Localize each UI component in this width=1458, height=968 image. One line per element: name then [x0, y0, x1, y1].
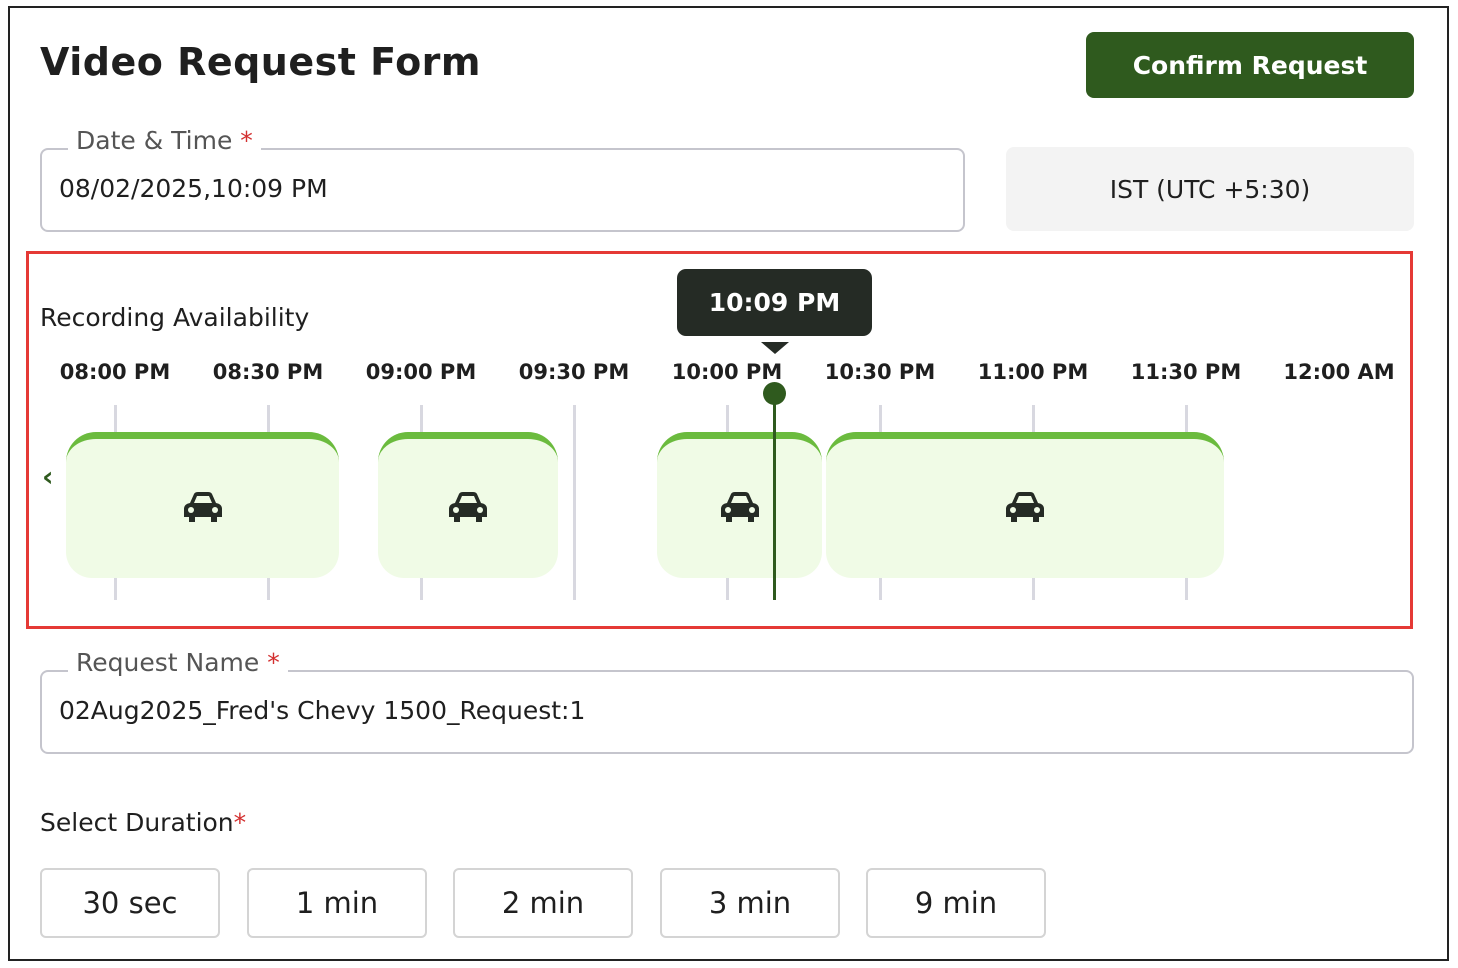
select-duration-label: Select Duration* [40, 808, 246, 837]
tick-label: 08:00 PM [59, 360, 171, 384]
tick-label: 09:00 PM [365, 360, 477, 384]
tick-label: 10:30 PM [824, 360, 936, 384]
duration-2-min[interactable]: 2 min [453, 868, 633, 938]
recording-block[interactable] [378, 432, 558, 578]
date-time-label: Date & Time * [68, 126, 261, 155]
duration-9-min[interactable]: 9 min [866, 868, 1046, 938]
time-cursor-line[interactable] [773, 393, 776, 600]
tick-label: 11:30 PM [1130, 360, 1242, 384]
required-marker: * [267, 648, 280, 677]
select-duration-text: Select Duration [40, 808, 234, 837]
car-icon [719, 490, 761, 528]
current-time-tooltip: 10:09 PM [677, 269, 872, 354]
tick-label: 12:00 AM [1283, 360, 1395, 384]
recording-availability-title: Recording Availability [40, 303, 310, 332]
confirm-request-button[interactable]: Confirm Request [1086, 32, 1414, 98]
required-marker: * [233, 808, 247, 837]
car-icon [182, 490, 224, 528]
car-icon [447, 490, 489, 528]
duration-30-sec[interactable]: 30 sec [40, 868, 220, 938]
request-name-field[interactable]: 02Aug2025_Fred's Chevy 1500_Request:1 [40, 670, 1414, 754]
page-title: Video Request Form [40, 40, 482, 84]
request-name-label-text: Request Name [76, 648, 260, 677]
duration-1-min[interactable]: 1 min [247, 868, 427, 938]
request-name-label: Request Name * [68, 648, 288, 677]
required-marker: * [240, 126, 253, 155]
recording-block[interactable] [657, 432, 822, 578]
time-cursor-handle[interactable] [763, 382, 786, 405]
car-icon [1004, 490, 1046, 528]
tick-label: 10:00 PM [671, 360, 783, 384]
tick-label: 09:30 PM [518, 360, 630, 384]
tick-line [573, 405, 576, 600]
timezone-display: IST (UTC +5:30) [1006, 147, 1414, 231]
recording-block[interactable] [826, 432, 1224, 578]
date-time-label-text: Date & Time [76, 126, 233, 155]
tick-label: 11:00 PM [977, 360, 1089, 384]
tick-label: 08:30 PM [212, 360, 324, 384]
date-time-value: 08/02/2025,10:09 PM [59, 174, 328, 203]
chevron-left-icon[interactable]: ‹ [42, 460, 54, 493]
date-time-field[interactable]: 08/02/2025,10:09 PM [40, 148, 965, 232]
duration-3-min[interactable]: 3 min [660, 868, 840, 938]
recording-block[interactable] [66, 432, 339, 578]
request-name-value: 02Aug2025_Fred's Chevy 1500_Request:1 [59, 696, 586, 725]
